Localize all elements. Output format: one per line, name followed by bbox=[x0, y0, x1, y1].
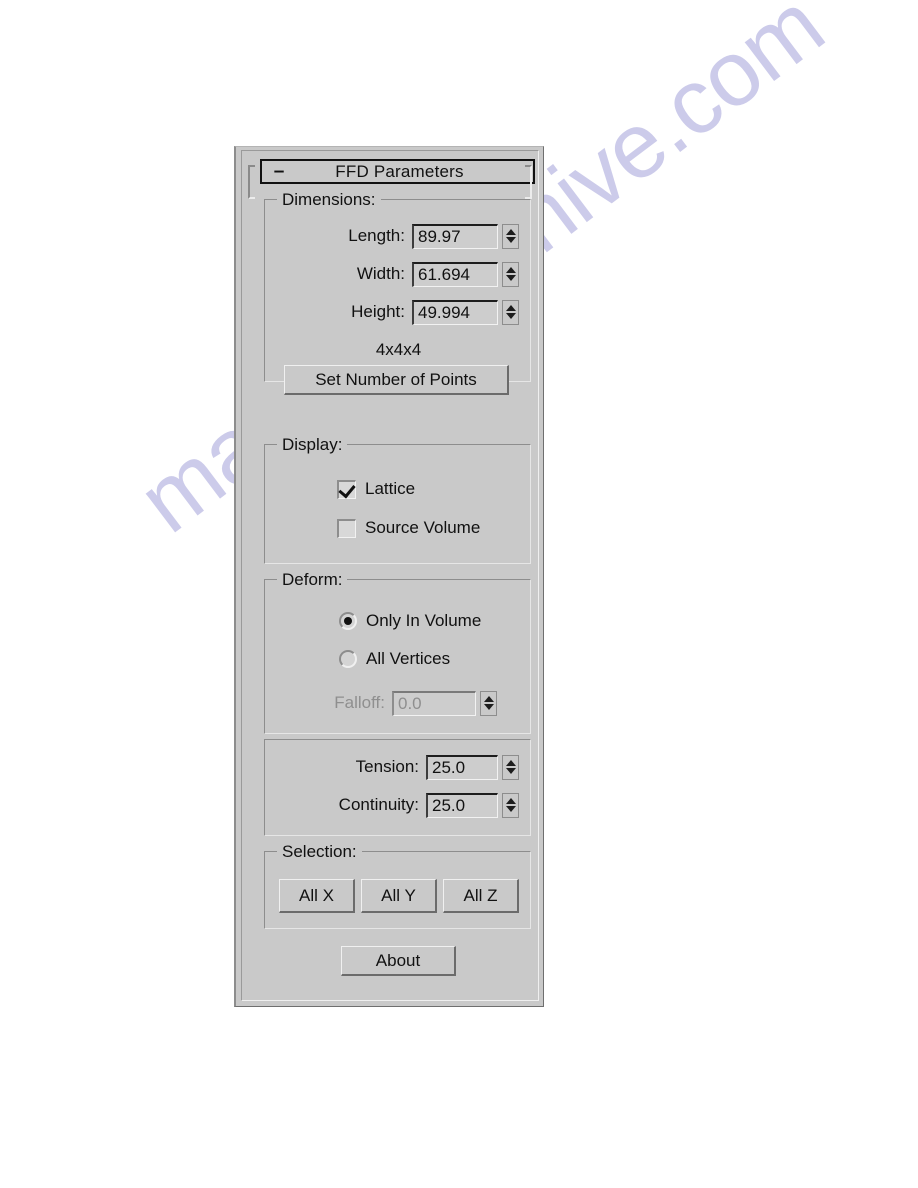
deform-group: Deform: Only In Volume All Vertices Fall… bbox=[264, 570, 531, 734]
display-group: Display: Lattice Source Volume bbox=[264, 435, 531, 564]
height-field-row: Height: 49.994 bbox=[279, 299, 519, 325]
all-vertices-radio[interactable] bbox=[339, 650, 357, 668]
spin-up-icon[interactable] bbox=[505, 267, 516, 273]
selection-group: Selection: All X All Y All Z bbox=[264, 842, 531, 929]
width-input[interactable]: 61.694 bbox=[412, 261, 498, 287]
rollout-title-label: FFD Parameters bbox=[335, 161, 464, 181]
spin-down-icon[interactable] bbox=[505, 806, 516, 812]
lattice-checkbox-row[interactable]: Lattice bbox=[337, 479, 415, 499]
rollout-bracket-right-icon bbox=[525, 165, 532, 199]
width-spinner[interactable] bbox=[502, 261, 519, 287]
falloff-spinner[interactable] bbox=[480, 690, 497, 716]
curve-parameters-frame: Tension: 25.0 Continuity: 25.0 bbox=[264, 739, 531, 836]
spin-down-icon[interactable] bbox=[505, 313, 516, 319]
width-field-row: Width: 61.694 bbox=[279, 261, 519, 287]
source-volume-label: Source Volume bbox=[365, 518, 481, 537]
continuity-input[interactable]: 25.0 bbox=[426, 792, 498, 818]
tension-input[interactable]: 25.0 bbox=[426, 754, 498, 780]
selection-group-title: Selection: bbox=[277, 842, 362, 862]
lattice-checkbox[interactable] bbox=[337, 479, 356, 499]
length-field-row: Length: 89.97 bbox=[279, 223, 519, 249]
lattice-label: Lattice bbox=[365, 479, 416, 498]
radio-dot-icon bbox=[344, 617, 352, 625]
spin-up-icon[interactable] bbox=[505, 760, 516, 766]
panel-inner-frame: – FFD Parameters Dimensions: Length: 89.… bbox=[241, 150, 539, 1001]
set-number-of-points-button[interactable]: Set Number of Points bbox=[284, 365, 509, 395]
spin-up-icon[interactable] bbox=[505, 229, 516, 235]
rollout-bracket-left-icon bbox=[248, 165, 255, 199]
tension-spinner[interactable] bbox=[502, 754, 519, 780]
height-spinner[interactable] bbox=[502, 299, 519, 325]
rollout-header[interactable]: – FFD Parameters bbox=[260, 159, 535, 184]
length-input[interactable]: 89.97 bbox=[412, 223, 498, 249]
spin-up-icon[interactable] bbox=[483, 696, 494, 702]
source-volume-checkbox[interactable] bbox=[337, 518, 356, 538]
about-button[interactable]: About bbox=[341, 946, 456, 976]
check-tick-icon bbox=[338, 480, 356, 498]
width-label: Width: bbox=[356, 264, 405, 283]
only-in-volume-radio[interactable] bbox=[339, 612, 357, 630]
spin-down-icon[interactable] bbox=[505, 275, 516, 281]
continuity-field-row: Continuity: 25.0 bbox=[291, 792, 519, 818]
dimensions-group-title: Dimensions: bbox=[277, 190, 381, 210]
height-label: Height: bbox=[351, 302, 405, 321]
display-group-title: Display: bbox=[277, 435, 348, 455]
spin-down-icon[interactable] bbox=[505, 768, 516, 774]
all-y-button[interactable]: All Y bbox=[361, 879, 437, 913]
source-volume-checkbox-row[interactable]: Source Volume bbox=[337, 518, 480, 538]
falloff-label: Falloff: bbox=[334, 693, 385, 712]
continuity-spinner[interactable] bbox=[502, 792, 519, 818]
falloff-input[interactable]: 0.0 bbox=[392, 690, 476, 716]
length-spinner[interactable] bbox=[502, 223, 519, 249]
points-count-label: 4x4x4 bbox=[375, 340, 422, 359]
spin-up-icon[interactable] bbox=[505, 798, 516, 804]
tension-label: Tension: bbox=[355, 757, 419, 776]
height-input[interactable]: 49.994 bbox=[412, 299, 498, 325]
all-vertices-label: All Vertices bbox=[366, 649, 451, 668]
falloff-field-row: Falloff: 0.0 bbox=[307, 690, 497, 716]
all-vertices-radio-row[interactable]: All Vertices bbox=[339, 649, 450, 669]
deform-group-title: Deform: bbox=[277, 570, 348, 590]
only-in-volume-radio-row[interactable]: Only In Volume bbox=[339, 611, 481, 631]
tension-field-row: Tension: 25.0 bbox=[291, 754, 519, 780]
spin-down-icon[interactable] bbox=[483, 704, 494, 710]
ffd-parameters-panel: – FFD Parameters Dimensions: Length: 89.… bbox=[234, 146, 544, 1007]
all-x-button[interactable]: All X bbox=[279, 879, 355, 913]
continuity-label: Continuity: bbox=[338, 795, 419, 814]
spin-down-icon[interactable] bbox=[505, 237, 516, 243]
dimensions-group: Dimensions: Length: 89.97 Width: 61.694 bbox=[264, 190, 531, 395]
rollout-collapse-icon[interactable]: – bbox=[262, 162, 296, 181]
length-label: Length: bbox=[348, 226, 405, 245]
only-in-volume-label: Only In Volume bbox=[366, 611, 482, 630]
spin-up-icon[interactable] bbox=[505, 305, 516, 311]
all-z-button[interactable]: All Z bbox=[443, 879, 519, 913]
